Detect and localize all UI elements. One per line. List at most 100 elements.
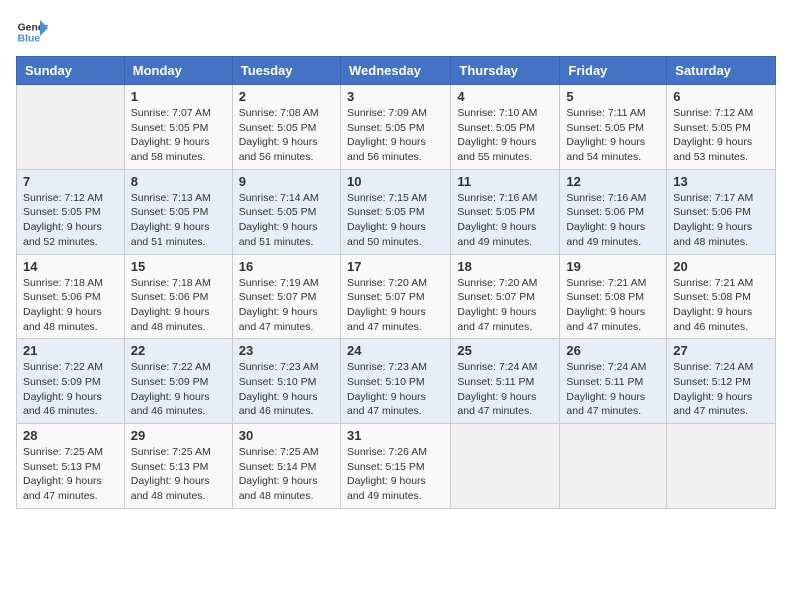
weekday-header-cell: Friday: [560, 57, 667, 85]
weekday-header-cell: Wednesday: [340, 57, 450, 85]
day-number: 9: [239, 174, 334, 189]
day-info: Sunrise: 7:13 AMSunset: 5:05 PMDaylight:…: [131, 191, 226, 250]
calendar-day-cell: 12 Sunrise: 7:16 AMSunset: 5:06 PMDayligh…: [560, 169, 667, 254]
day-number: 19: [566, 259, 660, 274]
day-number: 28: [23, 428, 118, 443]
day-info: Sunrise: 7:09 AMSunset: 5:05 PMDaylight:…: [347, 106, 444, 165]
calendar-day-cell: 13 Sunrise: 7:17 AMSunset: 5:06 PMDayligh…: [667, 169, 776, 254]
day-number: 23: [239, 343, 334, 358]
day-info: Sunrise: 7:18 AMSunset: 5:06 PMDaylight:…: [23, 276, 118, 335]
calendar-day-cell: 19 Sunrise: 7:21 AMSunset: 5:08 PMDayligh…: [560, 254, 667, 339]
calendar-day-cell: 20 Sunrise: 7:21 AMSunset: 5:08 PMDayligh…: [667, 254, 776, 339]
calendar-day-cell: 27 Sunrise: 7:24 AMSunset: 5:12 PMDayligh…: [667, 339, 776, 424]
day-info: Sunrise: 7:23 AMSunset: 5:10 PMDaylight:…: [239, 360, 334, 419]
day-info: Sunrise: 7:25 AMSunset: 5:14 PMDaylight:…: [239, 445, 334, 504]
day-info: Sunrise: 7:25 AMSunset: 5:13 PMDaylight:…: [23, 445, 118, 504]
day-number: 17: [347, 259, 444, 274]
weekday-header-cell: Monday: [124, 57, 232, 85]
calendar-day-cell: 6 Sunrise: 7:12 AMSunset: 5:05 PMDaylight…: [667, 85, 776, 170]
day-info: Sunrise: 7:23 AMSunset: 5:10 PMDaylight:…: [347, 360, 444, 419]
weekday-header-row: SundayMondayTuesdayWednesdayThursdayFrid…: [17, 57, 776, 85]
calendar-week-row: 1 Sunrise: 7:07 AMSunset: 5:05 PMDaylight…: [17, 85, 776, 170]
day-number: 14: [23, 259, 118, 274]
day-info: Sunrise: 7:24 AMSunset: 5:11 PMDaylight:…: [457, 360, 553, 419]
calendar-week-row: 21 Sunrise: 7:22 AMSunset: 5:09 PMDayligh…: [17, 339, 776, 424]
day-info: Sunrise: 7:19 AMSunset: 5:07 PMDaylight:…: [239, 276, 334, 335]
weekday-header-cell: Saturday: [667, 57, 776, 85]
calendar-day-cell: 8 Sunrise: 7:13 AMSunset: 5:05 PMDaylight…: [124, 169, 232, 254]
calendar-day-cell: 29 Sunrise: 7:25 AMSunset: 5:13 PMDayligh…: [124, 424, 232, 509]
logo-icon: General Blue: [16, 16, 48, 48]
day-number: 13: [673, 174, 769, 189]
day-info: Sunrise: 7:20 AMSunset: 5:07 PMDaylight:…: [347, 276, 444, 335]
day-number: 7: [23, 174, 118, 189]
calendar-day-cell: [667, 424, 776, 509]
calendar-day-cell: 22Sunrise: 7:22 AMSunset: 5:09 PMDayligh…: [124, 339, 232, 424]
calendar-day-cell: 14 Sunrise: 7:18 AMSunset: 5:06 PMDayligh…: [17, 254, 125, 339]
calendar-day-cell: 21 Sunrise: 7:22 AMSunset: 5:09 PMDayligh…: [17, 339, 125, 424]
day-info: Sunrise: 7:08 AMSunset: 5:05 PMDaylight:…: [239, 106, 334, 165]
day-info: Sunrise: 7:25 AMSunset: 5:13 PMDaylight:…: [131, 445, 226, 504]
day-info: Sunrise: 7:22 AMSunset: 5:09 PMDaylight:…: [23, 360, 118, 419]
calendar-day-cell: 23 Sunrise: 7:23 AMSunset: 5:10 PMDayligh…: [232, 339, 340, 424]
calendar-day-cell: 25 Sunrise: 7:24 AMSunset: 5:11 PMDayligh…: [451, 339, 560, 424]
calendar-body: 1 Sunrise: 7:07 AMSunset: 5:05 PMDaylight…: [17, 85, 776, 509]
calendar-day-cell: 3Sunrise: 7:09 AMSunset: 5:05 PMDaylight…: [340, 85, 450, 170]
page-header: General Blue: [16, 16, 776, 48]
calendar-day-cell: 16 Sunrise: 7:19 AMSunset: 5:07 PMDayligh…: [232, 254, 340, 339]
calendar-header: SundayMondayTuesdayWednesdayThursdayFrid…: [17, 57, 776, 85]
day-number: 30: [239, 428, 334, 443]
day-info: Sunrise: 7:14 AMSunset: 5:05 PMDaylight:…: [239, 191, 334, 250]
day-number: 26: [566, 343, 660, 358]
calendar-table: SundayMondayTuesdayWednesdayThursdayFrid…: [16, 56, 776, 509]
day-info: Sunrise: 7:16 AMSunset: 5:06 PMDaylight:…: [566, 191, 660, 250]
calendar-day-cell: 31Sunrise: 7:26 AMSunset: 5:15 PMDayligh…: [340, 424, 450, 509]
calendar-day-cell: [560, 424, 667, 509]
day-info: Sunrise: 7:17 AMSunset: 5:06 PMDaylight:…: [673, 191, 769, 250]
day-number: 8: [131, 174, 226, 189]
calendar-day-cell: [451, 424, 560, 509]
calendar-day-cell: 30 Sunrise: 7:25 AMSunset: 5:14 PMDayligh…: [232, 424, 340, 509]
day-number: 24: [347, 343, 444, 358]
day-number: 25: [457, 343, 553, 358]
day-info: Sunrise: 7:12 AMSunset: 5:05 PMDaylight:…: [673, 106, 769, 165]
calendar-day-cell: 10Sunrise: 7:15 AMSunset: 5:05 PMDayligh…: [340, 169, 450, 254]
calendar-week-row: 14 Sunrise: 7:18 AMSunset: 5:06 PMDayligh…: [17, 254, 776, 339]
day-number: 15: [131, 259, 226, 274]
day-number: 5: [566, 89, 660, 104]
day-number: 18: [457, 259, 553, 274]
day-number: 2: [239, 89, 334, 104]
calendar-day-cell: 28 Sunrise: 7:25 AMSunset: 5:13 PMDayligh…: [17, 424, 125, 509]
day-number: 20: [673, 259, 769, 274]
calendar-day-cell: 4Sunrise: 7:10 AMSunset: 5:05 PMDaylight…: [451, 85, 560, 170]
day-number: 6: [673, 89, 769, 104]
day-info: Sunrise: 7:15 AMSunset: 5:05 PMDaylight:…: [347, 191, 444, 250]
day-info: Sunrise: 7:21 AMSunset: 5:08 PMDaylight:…: [673, 276, 769, 335]
day-number: 29: [131, 428, 226, 443]
logo: General Blue: [16, 16, 48, 48]
day-info: Sunrise: 7:18 AMSunset: 5:06 PMDaylight:…: [131, 276, 226, 335]
day-info: Sunrise: 7:07 AMSunset: 5:05 PMDaylight:…: [131, 106, 226, 165]
calendar-day-cell: 2 Sunrise: 7:08 AMSunset: 5:05 PMDaylight…: [232, 85, 340, 170]
day-info: Sunrise: 7:16 AMSunset: 5:05 PMDaylight:…: [457, 191, 553, 250]
calendar-day-cell: 7 Sunrise: 7:12 AMSunset: 5:05 PMDaylight…: [17, 169, 125, 254]
calendar-day-cell: [17, 85, 125, 170]
calendar-day-cell: 9 Sunrise: 7:14 AMSunset: 5:05 PMDaylight…: [232, 169, 340, 254]
day-info: Sunrise: 7:20 AMSunset: 5:07 PMDaylight:…: [457, 276, 553, 335]
day-info: Sunrise: 7:24 AMSunset: 5:12 PMDaylight:…: [673, 360, 769, 419]
weekday-header-cell: Sunday: [17, 57, 125, 85]
calendar-day-cell: 26Sunrise: 7:24 AMSunset: 5:11 PMDayligh…: [560, 339, 667, 424]
calendar-week-row: 7 Sunrise: 7:12 AMSunset: 5:05 PMDaylight…: [17, 169, 776, 254]
calendar-day-cell: 17 Sunrise: 7:20 AMSunset: 5:07 PMDayligh…: [340, 254, 450, 339]
day-number: 1: [131, 89, 226, 104]
day-number: 22: [131, 343, 226, 358]
day-info: Sunrise: 7:21 AMSunset: 5:08 PMDaylight:…: [566, 276, 660, 335]
day-info: Sunrise: 7:26 AMSunset: 5:15 PMDaylight:…: [347, 445, 444, 504]
day-number: 4: [457, 89, 553, 104]
day-number: 27: [673, 343, 769, 358]
day-number: 16: [239, 259, 334, 274]
day-number: 21: [23, 343, 118, 358]
day-info: Sunrise: 7:12 AMSunset: 5:05 PMDaylight:…: [23, 191, 118, 250]
day-number: 12: [566, 174, 660, 189]
calendar-day-cell: 24 Sunrise: 7:23 AMSunset: 5:10 PMDayligh…: [340, 339, 450, 424]
